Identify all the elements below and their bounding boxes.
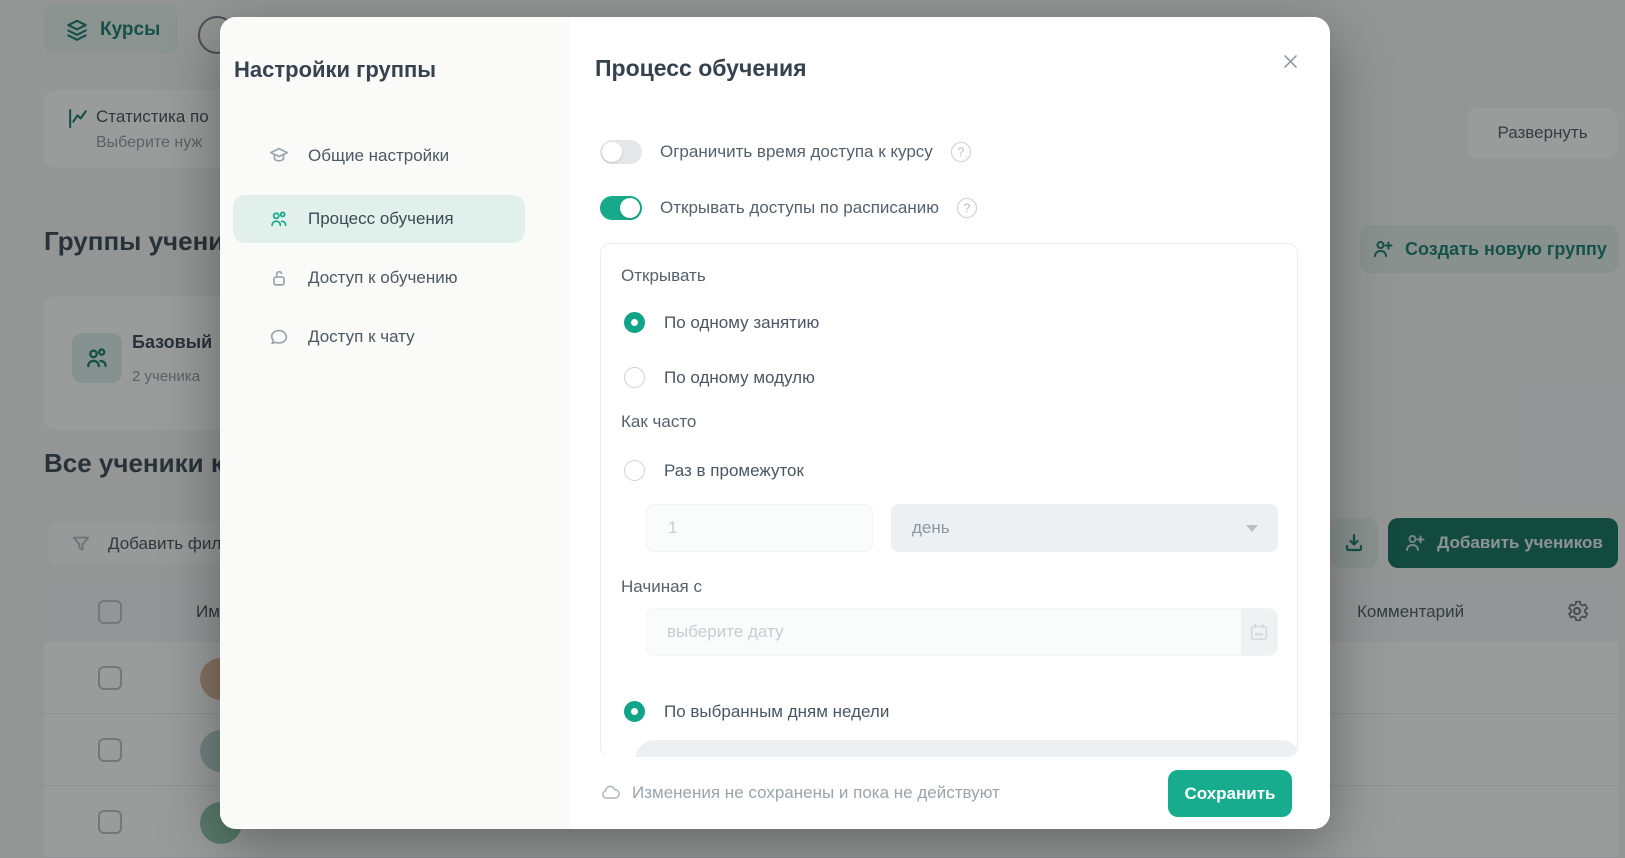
limit-access-toggle[interactable] [600,140,642,164]
save-button[interactable]: Сохранить [1168,770,1292,817]
sidebar-item-label: Общие настройки [308,146,450,165]
weekday-selector[interactable] [635,740,1297,757]
modal-title: Настройки группы [234,57,437,82]
start-date-input[interactable]: выберите дату [646,608,1278,656]
radio-unselected[interactable] [624,460,645,481]
group-settings-modal: Настройки группы Общие настройки Процесс… [220,17,1330,829]
help-icon[interactable]: ? [950,142,971,162]
radio-option-interval[interactable]: Раз в промежуток [624,460,804,481]
close-icon[interactable] [1276,47,1304,75]
unsaved-status: Изменения не сохранены и пока не действу… [600,757,1000,829]
modal-main-panel: Процесс обучения Ограничить время доступ… [570,17,1330,829]
radio-option-weekdays[interactable]: По выбранным дням недели [624,701,889,722]
sidebar-item-label: Процесс обучения [308,209,454,228]
panel-title: Процесс обучения [595,55,807,81]
chevron-down-icon [1246,525,1258,532]
schedule-access-toggle[interactable] [600,196,642,220]
start-label: Начиная с [621,577,702,596]
graduation-cap-icon [268,145,290,167]
toggle-knob [602,142,622,162]
date-placeholder: выберите дату [667,622,784,641]
modal-sidebar: Настройки группы Общие настройки Процесс… [220,17,570,829]
interval-value-input[interactable] [646,504,873,552]
modal-footer: Изменения не сохранены и пока не действу… [570,757,1330,829]
open-label: Открывать [621,266,706,285]
radio-selected[interactable] [624,312,645,333]
chat-icon [268,326,290,348]
sidebar-item-learning-process[interactable]: Процесс обучения [233,195,525,243]
lock-open-icon [268,267,290,289]
help-icon[interactable]: ? [957,198,977,218]
frequency-label: Как часто [621,412,697,431]
users-icon [268,208,290,230]
status-text: Изменения не сохранены и пока не действу… [632,783,1000,802]
sidebar-item-label: Доступ к чату [308,327,415,346]
radio-unselected[interactable] [624,367,645,388]
toggle-label: Открывать доступы по расписанию [660,198,939,217]
cloud-icon [600,782,622,804]
toggle-label: Ограничить время доступа к курсу [660,142,933,161]
schedule-access-toggle-row: Открывать доступы по расписанию ? [600,196,977,220]
toggle-knob [620,198,640,218]
calendar-icon[interactable] [1241,609,1277,655]
sidebar-item-chat-access[interactable]: Доступ к чату [233,313,525,361]
schedule-settings-box: Открывать По одному занятию По одному мо… [600,243,1298,757]
limit-access-toggle-row: Ограничить время доступа к курсу ? [600,140,971,164]
radio-selected[interactable] [624,701,645,722]
radio-option-per-module[interactable]: По одному модулю [624,367,815,388]
sidebar-item-general-settings[interactable]: Общие настройки [233,132,525,180]
sidebar-item-learning-access[interactable]: Доступ к обучению [233,254,525,302]
radio-option-per-lesson[interactable]: По одному занятию [624,312,819,333]
sidebar-item-label: Доступ к обучению [308,268,458,287]
interval-unit-dropdown[interactable]: день [891,504,1278,552]
interval-unit-value: день [912,518,950,537]
